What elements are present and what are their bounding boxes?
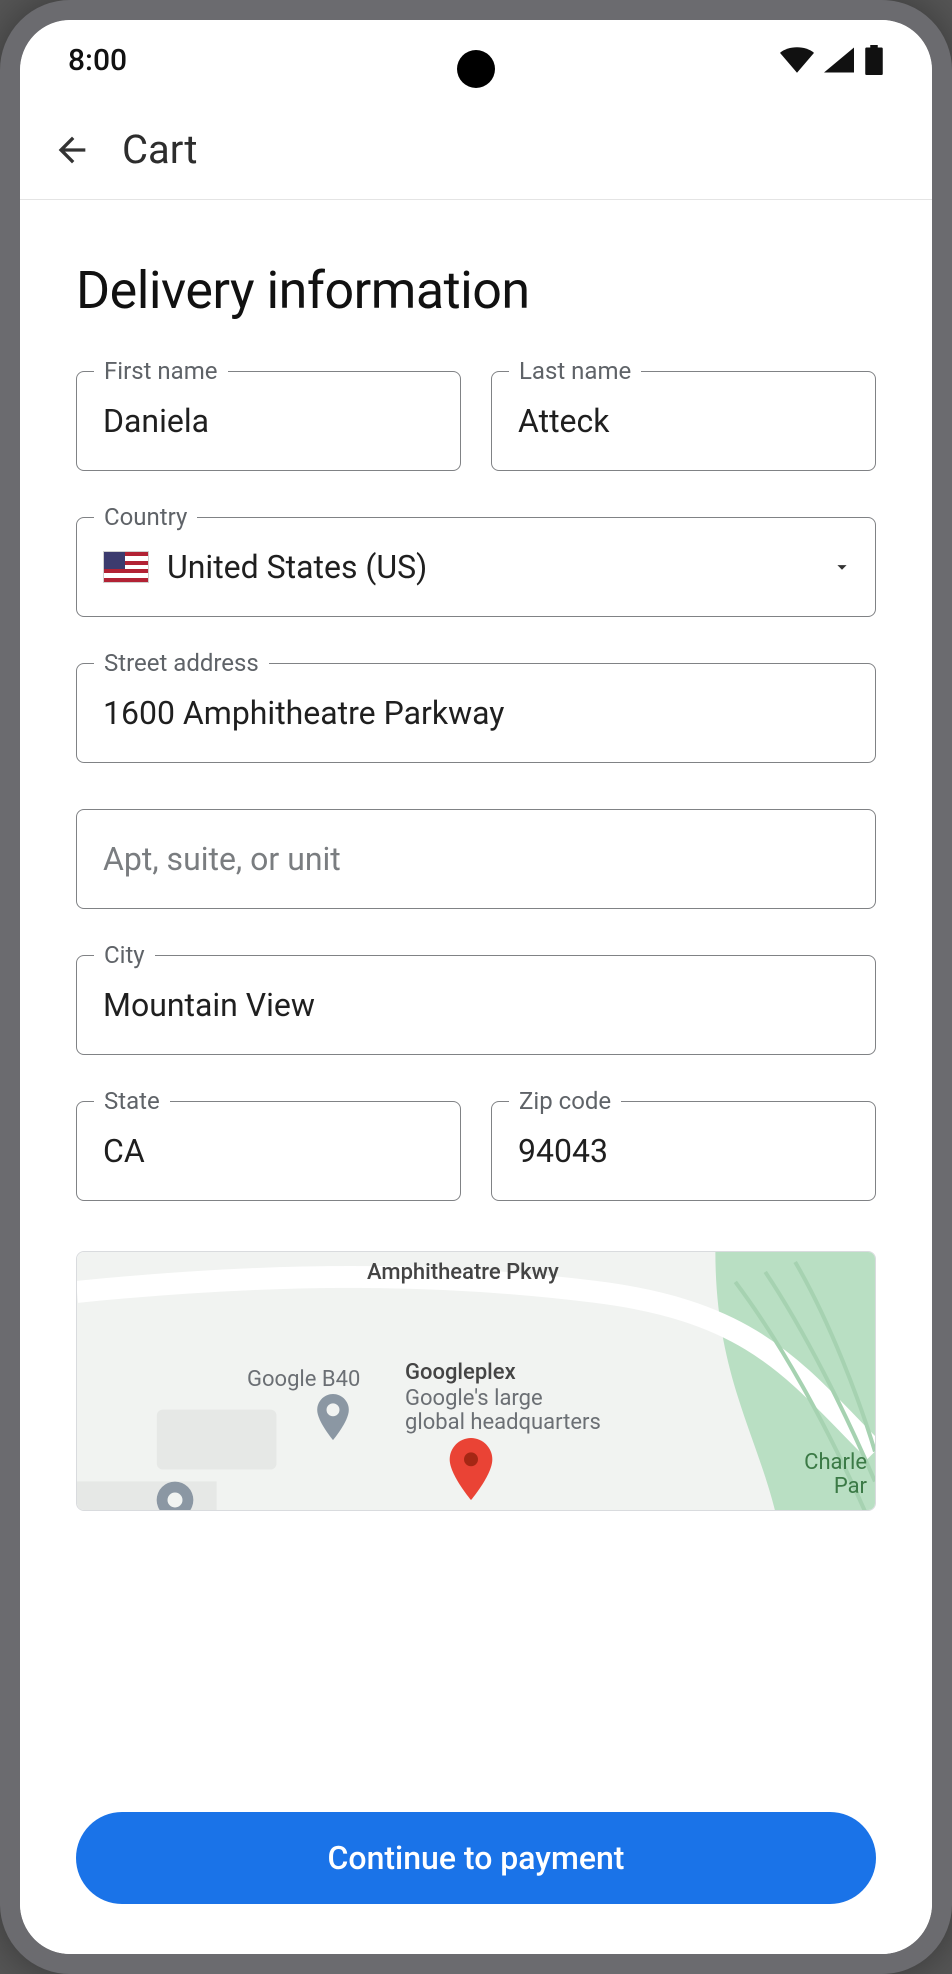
last-name-field: Last name (491, 371, 876, 471)
city-label: City (94, 941, 155, 969)
status-icons (780, 45, 884, 75)
map-poi-charle: Charle (804, 1450, 867, 1475)
content-scroll[interactable]: Delivery information First name Last nam… (20, 200, 932, 1782)
map-preview[interactable]: Amphitheatre Pkwy Google B40 Googleplex … (76, 1251, 876, 1511)
street-input[interactable] (76, 663, 876, 763)
state-field: State (76, 1101, 461, 1201)
status-time: 8:00 (68, 43, 127, 78)
apt-field (76, 809, 876, 909)
last-name-label: Last name (509, 357, 641, 385)
arrow-left-icon (52, 130, 92, 170)
street-field: Street address (76, 663, 876, 763)
app-bar: Cart (20, 100, 932, 200)
wifi-icon (780, 47, 814, 73)
map-road-label: Amphitheatre Pkwy (367, 1260, 559, 1285)
chevron-down-icon (831, 556, 853, 578)
map-pin-icon (447, 1438, 495, 1500)
map-poi-googleplex-desc2: global headquarters (405, 1410, 601, 1435)
city-field: City (76, 955, 876, 1055)
state-label: State (94, 1087, 170, 1115)
city-input[interactable] (76, 955, 876, 1055)
country-field: Country United States (US) (76, 517, 876, 617)
map-poi-googleplex-name: Googleplex (405, 1360, 516, 1385)
app-bar-title: Cart (122, 126, 197, 173)
map-marker-small-icon (155, 1480, 195, 1511)
cell-signal-icon (824, 47, 854, 73)
apt-input[interactable] (76, 809, 876, 909)
continue-button[interactable]: Continue to payment (76, 1812, 876, 1904)
map-poi-googleplex-desc1: Google's large (405, 1386, 543, 1411)
first-name-input[interactable] (76, 371, 461, 471)
map-poi-b40: Google B40 (247, 1367, 360, 1392)
page-title: Delivery information (76, 260, 876, 321)
map-marker-icon (315, 1394, 351, 1440)
country-select[interactable]: United States (US) (76, 517, 876, 617)
zip-label: Zip code (509, 1087, 621, 1115)
bottom-bar: Continue to payment (20, 1782, 932, 1954)
first-name-label: First name (94, 357, 228, 385)
country-label: Country (94, 503, 197, 531)
zip-field: Zip code (491, 1101, 876, 1201)
back-button[interactable] (44, 122, 100, 178)
last-name-input[interactable] (491, 371, 876, 471)
map-poi-par: Par (834, 1474, 867, 1499)
front-camera (457, 50, 495, 88)
battery-icon (864, 45, 884, 75)
status-bar: 8:00 (20, 20, 932, 100)
state-input[interactable] (76, 1101, 461, 1201)
street-label: Street address (94, 649, 269, 677)
us-flag-icon (103, 551, 149, 583)
country-value: United States (US) (167, 548, 813, 586)
zip-input[interactable] (491, 1101, 876, 1201)
first-name-field: First name (76, 371, 461, 471)
